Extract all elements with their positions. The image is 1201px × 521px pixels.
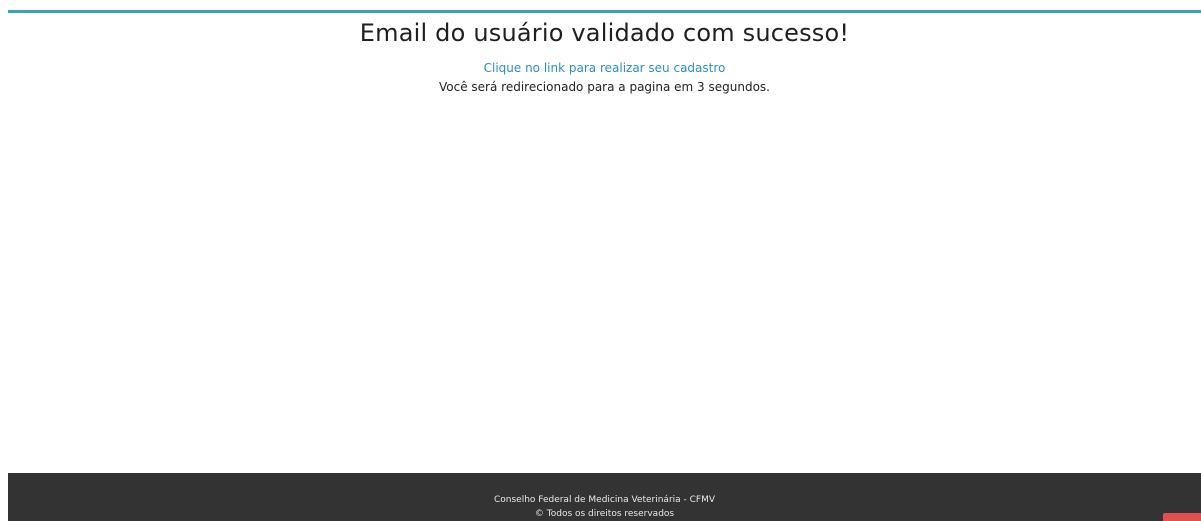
page-title: Email do usuário validado com sucesso! xyxy=(359,19,850,47)
corner-badge[interactable] xyxy=(1163,513,1201,521)
redirect-message: Você será redirecionado para a pagina em… xyxy=(439,80,770,94)
footer: Conselho Federal de Medicina Veterinária… xyxy=(8,473,1201,521)
footer-copyright: © Todos os direitos reservados xyxy=(534,509,675,519)
register-link[interactable]: Clique no link para realizar seu cadastr… xyxy=(484,61,726,75)
page: Email do usuário validado com sucesso! C… xyxy=(0,0,1201,521)
footer-organization: Conselho Federal de Medicina Veterinária… xyxy=(493,495,716,505)
main-content: Email do usuário validado com sucesso! C… xyxy=(8,13,1201,94)
